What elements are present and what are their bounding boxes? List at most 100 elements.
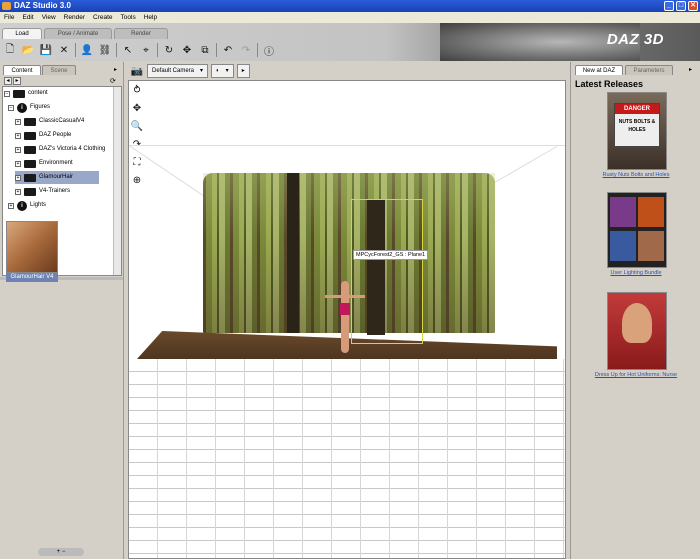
menu-view[interactable]: View [42,12,56,23]
tab-new-at-daz[interactable]: New at DAZ [575,65,623,75]
new-icon[interactable]: 🗋 [3,43,17,57]
close-button[interactable]: ✕ [688,1,698,11]
panel-menu-arrow-icon[interactable]: ▸ [689,66,692,73]
redo-icon[interactable]: ↷ [239,43,253,57]
frame-icon[interactable]: ⛶ [129,154,145,170]
folder-icon [24,117,36,126]
tree-item-content[interactable]: − content [4,87,48,100]
horizon-line [129,145,565,146]
node-select-icon[interactable]: ⌖ [139,43,153,57]
title-bar: DAZ Studio 3.0 _ □ ✕ [0,0,700,12]
window-title: DAZ Studio 3.0 [14,1,71,10]
tree-scrollbar[interactable] [113,87,121,275]
menu-file[interactable]: File [4,12,14,23]
roll-icon[interactable]: ↷ [129,136,145,152]
tree-trunk [287,173,299,333]
figure-icon[interactable]: 👤 [80,43,94,57]
expand-icon[interactable]: + [15,146,21,153]
viewport-camera-icon[interactable]: 📷 [130,64,144,78]
toolbar-divider [116,43,117,57]
zoom-icon[interactable]: 🔍 [129,118,145,134]
expand-icon[interactable]: + [15,118,21,125]
tree-item-daz-people[interactable]: + DAZ People [15,129,71,142]
3d-viewport[interactable]: MPCycForest2_GS : Plane1 [128,80,566,559]
chevron-down-icon: ▾ [225,68,229,74]
expand-icon[interactable]: + [15,188,21,195]
chevron-down-icon: ▾ [200,68,204,74]
minimize-button[interactable]: _ [664,1,674,11]
tab-content[interactable]: Content [3,65,41,75]
product-link-lighting-bundle[interactable]: User Lighting Bundle [575,270,697,276]
tab-scene[interactable]: Scene [42,65,76,75]
menu-edit[interactable]: Edit [22,12,33,23]
delete-icon[interactable]: ✕ [57,43,71,57]
tab-load[interactable]: Load [2,28,42,39]
toolbar-divider [75,43,76,57]
tab-render[interactable]: Render [114,28,168,39]
collapse-icon[interactable]: − [4,90,10,97]
tree-item-environment[interactable]: + Environment [15,157,73,170]
product-link-rusty-nuts[interactable]: Rusty Nuts Bolts and Holes [575,172,697,178]
camera-dropdown[interactable]: Default Camera ▾ [147,64,209,78]
zoom-control[interactable]: + − [38,548,84,556]
tab-pose-animate[interactable]: Pose / Animate [44,28,112,39]
scale-icon[interactable]: ⧉ [198,43,212,57]
tree-item-glamourhair[interactable]: + GlamourHair [15,171,99,184]
expand-icon[interactable]: + [15,160,21,167]
viewport-tools: ⥁ ✥ 🔍 ↷ ⛶ ⊕ [128,80,146,190]
save-icon[interactable]: 💾 [39,43,53,57]
draw-style-dropdown[interactable]: ◐ ▾ [211,64,234,78]
menu-help[interactable]: Help [144,12,157,23]
tree-item-v4-trainers[interactable]: + V4-Trainers [15,185,70,198]
folder-icon [24,159,36,168]
latest-releases-heading: Latest Releases [575,79,644,89]
tree-item-v4-clothing[interactable]: + DAZ's Victoria 4 Clothing [15,143,105,156]
thumbnail-label[interactable]: GlamourHair V4 [6,273,58,282]
collapse-icon[interactable]: − [8,104,14,111]
folder-icon [24,131,36,140]
play-arrow-icon: ▸ [241,68,245,74]
product-image-lighting-bundle[interactable] [607,192,667,268]
news-panel: New at DAZ Parameters ▸ Latest Releases … [570,62,700,559]
toolbar-divider [157,43,158,57]
open-icon[interactable]: 📂 [21,43,35,57]
maximize-button[interactable]: □ [676,1,686,11]
object-label: MPCycForest2_GS : Plane1 [353,250,429,260]
app-icon [2,2,11,10]
tree-item-classiccasualv4[interactable]: + ClassicCasualV4 [15,115,84,128]
parent-icon[interactable]: ⛓ [98,43,112,57]
translate-icon[interactable]: ✥ [180,43,194,57]
select-arrow-icon[interactable]: ↖ [121,43,135,57]
figures-category-icon: i [17,102,27,113]
expand-icon[interactable]: + [15,174,21,181]
menu-create[interactable]: Create [93,12,113,23]
lights-category-icon: i [17,200,27,211]
tree-item-lights[interactable]: + i Lights [8,199,46,212]
menu-render[interactable]: Render [64,12,85,23]
content-panel: Content Scene ▸ ◂ ▸ ⟳ − content − i Figu… [0,62,124,559]
expand-icon[interactable]: + [15,132,21,139]
folder-icon [24,173,36,182]
toolbar-divider [257,43,258,57]
rotate-icon[interactable]: ↻ [162,43,176,57]
viewport-menu-button[interactable]: ▸ [236,64,250,78]
menu-tools[interactable]: Tools [121,12,136,23]
panel-menu-arrow-icon[interactable]: ▸ [114,66,117,73]
viewport-header: 📷 Default Camera ▾ ◐ ▾ ▸ [128,62,566,80]
pan-icon[interactable]: ✥ [129,100,145,116]
refresh-icon[interactable]: ⟳ [110,77,116,85]
v4-figure[interactable] [341,281,349,353]
forward-arrow-icon[interactable]: ▸ [13,77,21,85]
tab-parameters[interactable]: Parameters [625,65,673,75]
product-image-nurse-uniform[interactable] [607,292,667,370]
tree-item-figures[interactable]: − i Figures [8,101,50,114]
expand-icon[interactable]: + [8,202,14,209]
glamourhair-thumbnail[interactable] [6,221,58,273]
orbit-icon[interactable]: ⥁ [129,82,145,98]
aim-icon[interactable]: ⊕ [129,172,145,188]
back-arrow-icon[interactable]: ◂ [4,77,12,85]
help-icon[interactable]: ⓘ [262,43,276,58]
product-link-nurse-uniform[interactable]: Dress Up for Hot Uniforms: Nurse [575,372,697,378]
product-image-rusty-nuts[interactable]: DANGER NUTS BOLTS & HOLES [607,92,667,170]
undo-icon[interactable]: ↶ [221,43,235,57]
